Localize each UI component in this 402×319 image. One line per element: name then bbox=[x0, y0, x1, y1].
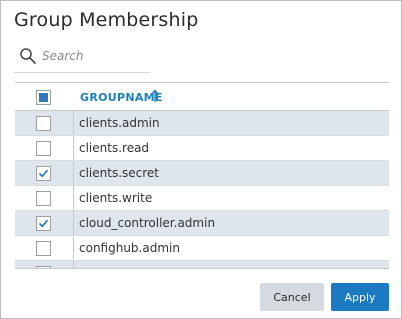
checkmark-icon bbox=[38, 219, 49, 228]
table-header: GROUPNAME bbox=[15, 83, 389, 111]
table-row[interactable]: clients.read bbox=[15, 136, 389, 161]
group-name: cloud_controller.admin bbox=[79, 216, 216, 230]
group-name: clients.write bbox=[79, 191, 153, 205]
table-row[interactable]: clients.secret bbox=[15, 161, 389, 186]
group-name: clients.admin bbox=[79, 116, 160, 130]
group-membership-dialog: Group Membership GROUPNAME bbox=[0, 0, 402, 319]
row-checkbox-confighub-admin[interactable] bbox=[36, 241, 51, 256]
group-name: clients.read bbox=[79, 141, 150, 155]
group-name: confighub.admin bbox=[79, 241, 180, 255]
table-row[interactable]: clients.admin bbox=[15, 111, 389, 136]
row-checkbox-clients-read[interactable] bbox=[36, 141, 51, 156]
table-body: clients.admin clients.read clients.secre… bbox=[15, 111, 389, 268]
partial-selection-indicator bbox=[39, 93, 48, 102]
row-checkbox-partial[interactable] bbox=[36, 266, 51, 268]
checkmark-icon bbox=[38, 169, 49, 178]
select-all-checkbox[interactable] bbox=[36, 90, 51, 105]
row-checkbox-cloud-controller-admin[interactable] bbox=[36, 216, 51, 231]
cancel-button[interactable]: Cancel bbox=[260, 283, 324, 311]
sort-ascending-icon[interactable] bbox=[151, 89, 159, 103]
search-icon bbox=[20, 48, 36, 64]
search-bar bbox=[14, 43, 150, 73]
group-table: GROUPNAME clients.admin clients.read cli… bbox=[15, 82, 389, 269]
apply-button[interactable]: Apply bbox=[331, 283, 389, 311]
row-checkbox-clients-admin[interactable] bbox=[36, 116, 51, 131]
search-input[interactable] bbox=[42, 46, 147, 66]
table-row[interactable]: cloud_controller.admin bbox=[15, 211, 389, 236]
group-name: clients.secret bbox=[79, 166, 160, 180]
table-row[interactable]: clients.write bbox=[15, 186, 389, 211]
row-checkbox-clients-secret[interactable] bbox=[36, 166, 51, 181]
row-checkbox-clients-write[interactable] bbox=[36, 191, 51, 206]
table-row-partial[interactable] bbox=[15, 261, 389, 268]
table-row[interactable]: confighub.admin bbox=[15, 236, 389, 261]
dialog-title: Group Membership bbox=[14, 9, 199, 31]
